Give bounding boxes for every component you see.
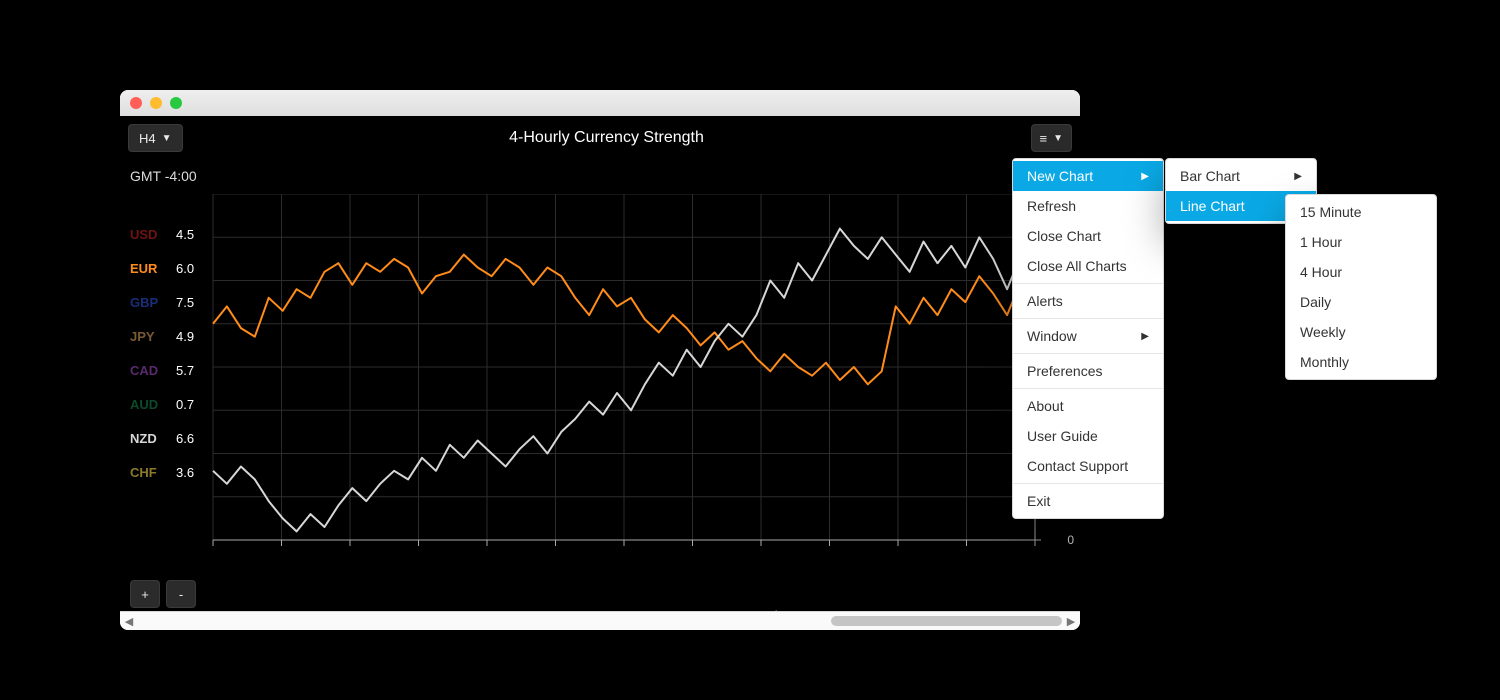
legend-symbol: EUR — [130, 252, 166, 286]
main-menu-item[interactable]: Preferences — [1013, 356, 1163, 386]
zoom-in-button[interactable]: + — [130, 580, 160, 608]
zoom-icon[interactable] — [170, 97, 182, 109]
menu-item-label: 4 Hour — [1300, 264, 1342, 280]
scrollbar-track[interactable] — [138, 616, 1062, 626]
menu-item-label: Daily — [1300, 294, 1331, 310]
horizontal-scrollbar[interactable]: ◀ ▶ — [120, 611, 1080, 630]
legend-row: GBP 7.5 — [130, 286, 194, 320]
menu-item-label: Window — [1027, 328, 1077, 344]
legend-row: EUR 6.0 — [130, 252, 194, 286]
menu-item-label: Exit — [1027, 493, 1050, 509]
main-menu-item[interactable]: User Guide — [1013, 421, 1163, 451]
legend-symbol: USD — [130, 218, 166, 252]
close-icon[interactable] — [130, 97, 142, 109]
legend-value: 4.5 — [176, 218, 194, 252]
legend-symbol: CHF — [130, 456, 166, 490]
zoom-controls: + - — [130, 580, 196, 608]
legend-value: 0.7 — [176, 388, 194, 422]
app-window: H4 ▼ 4-Hourly Currency Strength ≡ ▼ GMT … — [120, 90, 1080, 630]
main-menu-item[interactable]: Contact Support — [1013, 451, 1163, 481]
line-chart-menu-item[interactable]: 15 Minute — [1286, 197, 1436, 227]
legend-symbol: CAD — [130, 354, 166, 388]
menu-separator — [1013, 353, 1163, 354]
line-chart-menu-item[interactable]: Weekly — [1286, 317, 1436, 347]
legend-symbol: AUD — [130, 388, 166, 422]
minimize-icon[interactable] — [150, 97, 162, 109]
menu-separator — [1013, 283, 1163, 284]
y-tick-label: 0 — [1067, 533, 1074, 547]
settings-menu-button[interactable]: ≡ ▼ — [1031, 124, 1073, 152]
menu-item-label: Bar Chart — [1180, 168, 1240, 184]
chevron-right-icon: ▶ — [1294, 171, 1302, 182]
legend-row: JPY 4.9 — [130, 320, 194, 354]
legend-symbol: GBP — [130, 286, 166, 320]
chevron-down-icon: ▼ — [1053, 133, 1063, 144]
legend-row: USD 4.5 — [130, 218, 194, 252]
main-menu-item[interactable]: Alerts — [1013, 286, 1163, 316]
main-menu-item[interactable]: Window ▶ — [1013, 321, 1163, 351]
legend-symbol: NZD — [130, 422, 166, 456]
chart-toolbar: H4 ▼ 4-Hourly Currency Strength ≡ ▼ — [120, 116, 1080, 160]
legend-value: 6.0 — [176, 252, 194, 286]
hamburger-icon: ≡ — [1040, 131, 1048, 146]
line-chart-menu-item[interactable]: 1 Hour — [1286, 227, 1436, 257]
chevron-right-icon: ▶ — [1141, 331, 1149, 342]
main-menu-item[interactable]: Close Chart — [1013, 221, 1163, 251]
legend-row: CAD 5.7 — [130, 354, 194, 388]
menu-separator — [1013, 318, 1163, 319]
scrollbar-thumb[interactable] — [831, 616, 1062, 626]
timeframe-dropdown[interactable]: H4 ▼ — [128, 124, 183, 152]
scroll-right-icon[interactable]: ▶ — [1062, 615, 1080, 628]
legend-value: 3.6 — [176, 456, 194, 490]
chart-app: H4 ▼ 4-Hourly Currency Strength ≡ ▼ GMT … — [120, 116, 1080, 612]
line-chart-menu-item[interactable]: Daily — [1286, 287, 1436, 317]
new-chart-menu-item[interactable]: Bar Chart ▶ — [1166, 161, 1316, 191]
menu-item-label: Alerts — [1027, 293, 1063, 309]
menu-item-label: 15 Minute — [1300, 204, 1361, 220]
legend-symbol: JPY — [130, 320, 166, 354]
timeframe-label: H4 — [139, 131, 156, 146]
menu-item-label: Contact Support — [1027, 458, 1128, 474]
timezone-label: GMT -4:00 — [130, 168, 197, 184]
currency-legend: USD 4.5 EUR 6.0 GBP 7.5 JPY 4.9 CAD 5.7 AUD 0.7 NZD 6… — [130, 218, 194, 490]
chevron-right-icon: ▶ — [1141, 171, 1149, 182]
menu-item-label: Monthly — [1300, 354, 1349, 370]
menu-item-label: Preferences — [1027, 363, 1102, 379]
menu-separator — [1013, 483, 1163, 484]
line-chart-menu-item[interactable]: Monthly — [1286, 347, 1436, 377]
zoom-out-button[interactable]: - — [166, 580, 196, 608]
menu-separator — [1013, 388, 1163, 389]
chart-stage: GMT -4:00 USD 4.5 EUR 6.0 GBP 7.5 JPY 4.9 CAD 5.7… — [120, 160, 1080, 612]
main-context-menu[interactable]: New Chart ▶ Refresh Close Chart Close All Ch… — [1012, 158, 1164, 519]
main-menu-item[interactable]: New Chart ▶ — [1013, 161, 1163, 191]
menu-item-label: Close All Charts — [1027, 258, 1127, 274]
line-chart-submenu[interactable]: 15 Minute 1 Hour 4 Hour Daily Weekly Monthly — [1285, 194, 1437, 380]
legend-row: AUD 0.7 — [130, 388, 194, 422]
main-menu-item[interactable]: About — [1013, 391, 1163, 421]
chevron-down-icon: ▼ — [162, 133, 172, 144]
scroll-left-icon[interactable]: ◀ — [120, 615, 138, 628]
menu-item-label: Refresh — [1027, 198, 1076, 214]
menu-item-label: About — [1027, 398, 1064, 414]
chart-plot[interactable] — [205, 194, 1055, 574]
menu-item-label: 1 Hour — [1300, 234, 1342, 250]
mac-titlebar — [120, 90, 1080, 116]
main-menu-item[interactable]: Close All Charts — [1013, 251, 1163, 281]
main-menu-item[interactable]: Refresh — [1013, 191, 1163, 221]
menu-item-label: User Guide — [1027, 428, 1098, 444]
menu-item-label: Weekly — [1300, 324, 1346, 340]
menu-item-label: Close Chart — [1027, 228, 1101, 244]
menu-item-label: New Chart — [1027, 168, 1093, 184]
legend-value: 6.6 — [176, 422, 194, 456]
legend-row: NZD 6.6 — [130, 422, 194, 456]
line-chart-menu-item[interactable]: 4 Hour — [1286, 257, 1436, 287]
legend-value: 4.9 — [176, 320, 194, 354]
main-menu-item[interactable]: Exit — [1013, 486, 1163, 516]
legend-value: 5.7 — [176, 354, 194, 388]
chart-title: 4-Hourly Currency Strength — [191, 129, 1023, 147]
legend-value: 7.5 — [176, 286, 194, 320]
legend-row: CHF 3.6 — [130, 456, 194, 490]
menu-item-label: Line Chart — [1180, 198, 1245, 214]
